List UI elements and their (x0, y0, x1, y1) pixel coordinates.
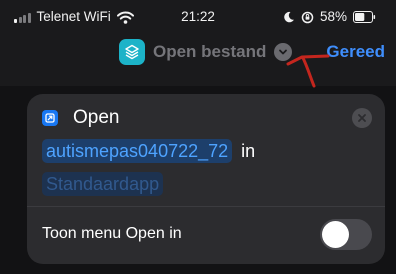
do-not-disturb-icon (284, 11, 294, 23)
status-left: Telenet WiFi (14, 8, 134, 26)
shortcut-editor-screen: 21:22 Telenet WiFi 58% Open bestand Gere… (0, 0, 396, 274)
open-app-icon (42, 110, 58, 126)
divider (27, 206, 385, 207)
status-right: 58% (283, 8, 376, 26)
open-app-action-card: Open autismepas040722_72 in Standaardapp… (27, 94, 385, 264)
shortcut-title-menu[interactable]: Open bestand (119, 38, 293, 66)
app-parameter-placeholder[interactable]: Standaardapp (42, 172, 164, 196)
wifi-icon (116, 11, 134, 24)
close-icon[interactable] (352, 108, 372, 128)
carrier-name: Telenet WiFi (36, 9, 111, 24)
battery-icon (353, 11, 376, 23)
file-variable-token[interactable]: autismepas040722_72 (42, 139, 233, 163)
rotation-lock-icon (301, 11, 314, 23)
action-body: Open autismepas040722_72 in Standaardapp (27, 94, 385, 206)
shortcut-title: Open bestand (153, 42, 267, 61)
action-parameters-row: autismepas040722_72 in (42, 139, 255, 163)
show-open-in-menu-toggle[interactable] (320, 219, 372, 250)
cellular-signal-icon (14, 12, 31, 23)
red-annotation-arrow (286, 54, 330, 88)
shortcuts-layers-icon (119, 39, 145, 65)
toggle-label: Toon menu Open in (42, 225, 182, 242)
in-label: in (241, 141, 256, 161)
action-title: Open (73, 107, 120, 128)
battery-percentage: 58% (319, 9, 347, 24)
toggle-knob (322, 221, 349, 248)
